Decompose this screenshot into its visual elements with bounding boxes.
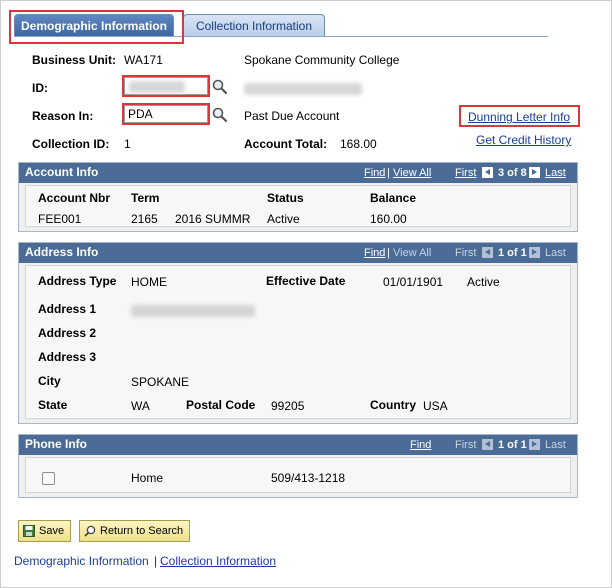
get-credit-history-link[interactable]: Get Credit History (476, 133, 571, 147)
id-label: ID: (32, 81, 48, 95)
highlight-box-tab (9, 10, 184, 44)
account-info-body: Account Nbr Term Status Balance FEE001 2… (25, 185, 571, 227)
account-view-all-link[interactable]: View All (393, 167, 431, 179)
highlight-box-id (122, 75, 210, 97)
col-balance: Balance (370, 191, 417, 205)
preferred-phone-checkbox[interactable] (42, 472, 55, 485)
postal-code-label: Postal Code (186, 398, 256, 412)
phone-row-count: 1 of 1 (498, 439, 527, 451)
return-to-search-button[interactable]: Return to Search (79, 520, 191, 542)
highlight-box-dunning (459, 105, 580, 127)
col-account-nbr: Account Nbr (38, 191, 110, 205)
business-unit-label: Business Unit: (32, 53, 117, 67)
account-row-count: 3 of 8 (498, 167, 527, 179)
return-search-icon (84, 525, 96, 537)
magnifier-icon[interactable] (212, 107, 228, 123)
term-code-value: 2165 (131, 212, 158, 226)
address-last: Last (545, 247, 566, 259)
address3-label: Address 3 (38, 350, 97, 364)
address-info-group: Address Info Find | View All First 1 of … (18, 242, 578, 424)
footer-demographic-link[interactable]: Demographic Information (14, 554, 149, 568)
address-find-link[interactable]: Find (364, 247, 385, 259)
postal-code-value: 99205 (271, 399, 305, 413)
balance-value: 160.00 (370, 212, 407, 226)
phone-number-value: 509/413-1218 (271, 471, 346, 485)
nav-next-icon[interactable] (529, 167, 540, 178)
address-view-all: View All (393, 247, 432, 259)
address-type-value: HOME (131, 275, 167, 289)
status-value: Active (267, 212, 300, 226)
address1-redacted (131, 305, 255, 317)
collection-id-label: Collection ID: (32, 137, 110, 151)
highlight-box-reason (122, 103, 210, 125)
account-info-header: Account Info Find | View All First 3 of … (19, 163, 577, 183)
footer-separator: | (154, 554, 158, 568)
col-status: Status (267, 191, 304, 205)
nav-next-icon (529, 247, 540, 258)
address-info-header: Address Info Find | View All First 1 of … (19, 243, 577, 263)
tab-collection-information[interactable]: Collection Information (183, 14, 325, 36)
return-to-search-label: Return to Search (100, 525, 184, 537)
magnifier-icon[interactable] (212, 79, 228, 95)
account-info-group: Account Info Find | View All First 3 of … (18, 162, 578, 232)
phone-find-link[interactable]: Find (410, 439, 431, 451)
phone-info-group: Phone Info Find First 1 of 1 Last Home 5… (18, 434, 578, 498)
address-type-label: Address Type (38, 274, 117, 288)
reason-in-description: Past Due Account (244, 109, 340, 123)
nav-prev-icon[interactable] (482, 167, 493, 178)
save-button[interactable]: Save (18, 520, 72, 542)
reason-in-label: Reason In: (32, 109, 94, 123)
phone-last: Last (545, 439, 566, 451)
nav-next-icon (529, 439, 540, 450)
phone-info-body: Home 509/413-1218 (25, 457, 571, 493)
effective-date-label: Effective Date (266, 274, 346, 288)
footer-collection-link[interactable]: Collection Information (160, 554, 276, 568)
address-info-title: Address Info (25, 245, 99, 259)
id-name-redacted (244, 83, 362, 95)
address2-label: Address 2 (38, 326, 97, 340)
account-last-link[interactable]: Last (545, 167, 566, 179)
col-term: Term (131, 191, 160, 205)
save-icon (23, 525, 35, 537)
state-value: WA (131, 399, 150, 413)
address1-label: Address 1 (38, 302, 97, 316)
address-first: First (455, 247, 477, 259)
address-row-count: 1 of 1 (498, 247, 527, 259)
collection-id-value: 1 (124, 137, 131, 151)
save-button-label: Save (39, 525, 65, 537)
business-unit-description: Spokane Community College (244, 53, 400, 67)
country-value: USA (423, 399, 448, 413)
nav-prev-icon (482, 439, 493, 450)
phone-info-header: Phone Info Find First 1 of 1 Last (19, 435, 577, 455)
phone-type-value: Home (131, 471, 164, 485)
account-total-value: 168.00 (340, 137, 377, 151)
term-desc-value: 2016 SUMMR (175, 212, 251, 226)
business-unit-value: WA171 (124, 53, 163, 67)
phone-info-title: Phone Info (25, 437, 87, 451)
account-find-link[interactable]: Find (364, 167, 385, 179)
account-info-title: Account Info (25, 165, 99, 179)
country-label: Country (370, 398, 416, 412)
address-info-body: Address Type HOME Effective Date 01/01/1… (25, 265, 571, 419)
phone-first: First (455, 439, 477, 451)
account-total-label: Account Total: (244, 137, 328, 151)
nav-prev-icon (482, 247, 493, 258)
state-label: State (38, 398, 68, 412)
address-status-value: Active (467, 275, 500, 289)
city-value: SPOKANE (131, 375, 190, 389)
city-label: City (38, 374, 61, 388)
effective-date-value: 01/01/1901 (383, 275, 444, 289)
account-first-link[interactable]: First (455, 167, 476, 179)
account-nbr-value: FEE001 (38, 212, 82, 226)
